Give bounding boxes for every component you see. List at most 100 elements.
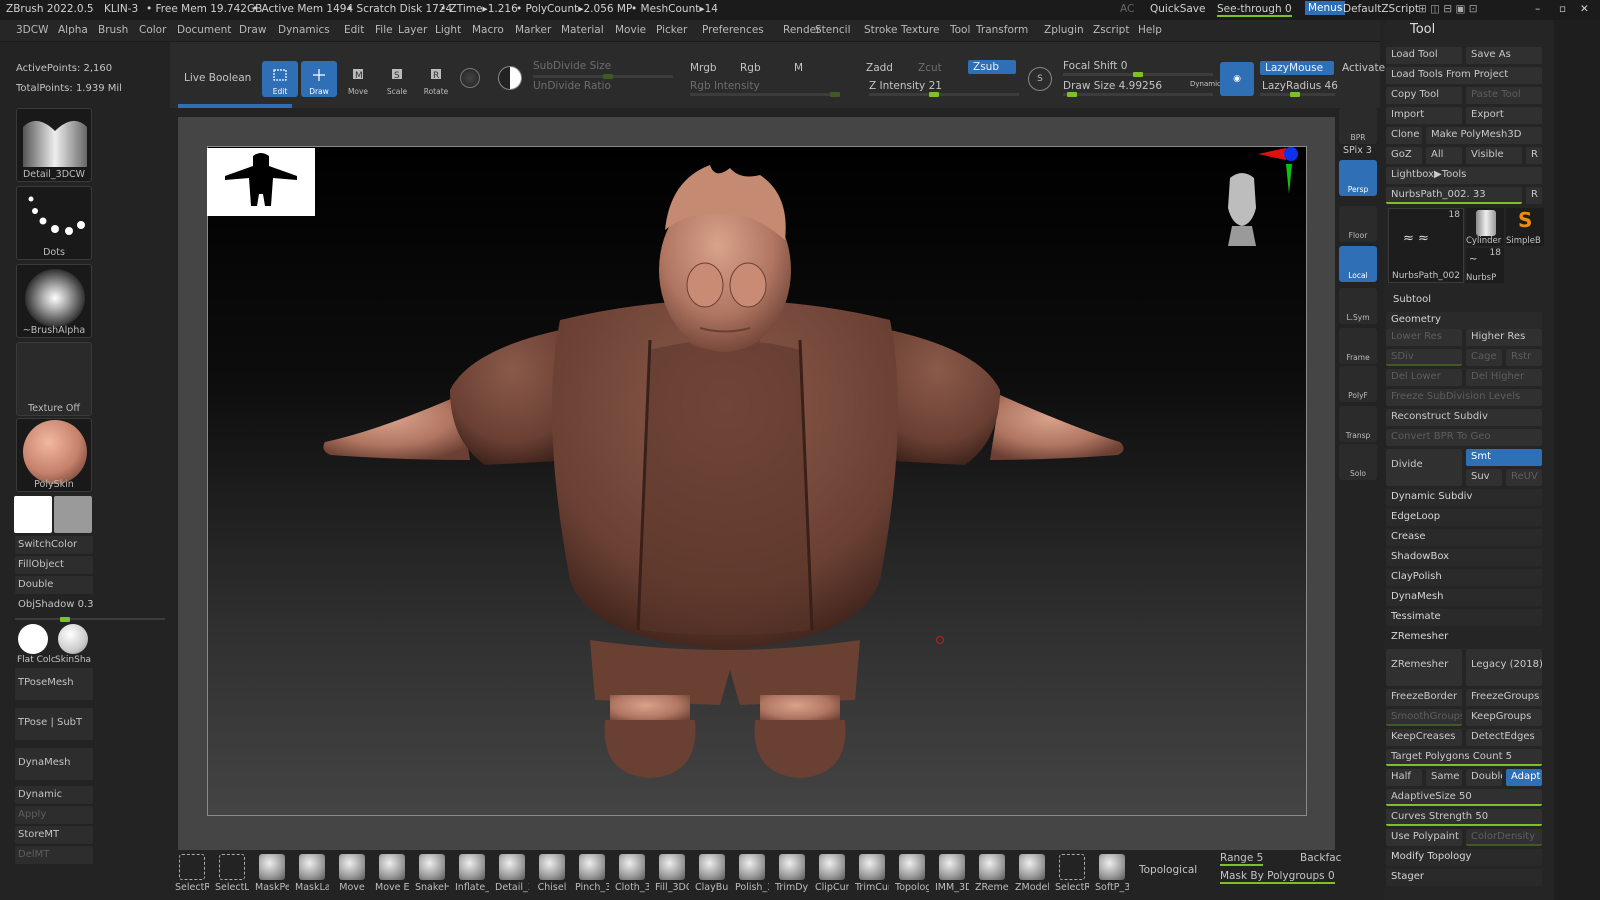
import-button[interactable]: Import <box>1386 107 1462 124</box>
menu-stroke[interactable]: Stroke <box>864 24 897 36</box>
tposemesh-button[interactable]: TPoseMesh <box>15 668 93 700</box>
delmt-button[interactable]: DelMT <box>15 846 93 864</box>
menu-light[interactable]: Light <box>435 24 461 36</box>
maximize-icon[interactable]: ▫ <box>1559 3 1566 15</box>
draw-button[interactable]: Draw <box>301 61 337 97</box>
persp-button[interactable]: Persp <box>1339 160 1377 196</box>
sphere-icon[interactable] <box>460 68 480 88</box>
brush-slot[interactable]: Cloth_3I <box>615 854 649 893</box>
rstr-button[interactable]: Rstr <box>1506 349 1542 366</box>
shadowbox-section[interactable]: ShadowBox <box>1386 549 1542 566</box>
menu-draw[interactable]: Draw <box>239 24 266 36</box>
skinshade-icon[interactable] <box>58 624 88 654</box>
clone-button[interactable]: Clone <box>1386 127 1422 144</box>
nurbspath-thumb[interactable]: 18 ≈ ≈ NurbsPath_002 <box>1388 208 1464 283</box>
same-button[interactable]: Same <box>1426 769 1462 786</box>
brush-slot[interactable]: TrimCur <box>855 854 889 893</box>
quicksave-button[interactable]: QuickSave <box>1150 3 1205 15</box>
dynamic-brush-icon[interactable]: ◉ <box>1220 62 1254 96</box>
menu-layer[interactable]: Layer <box>398 24 427 36</box>
brush-slot[interactable]: Detail_3 <box>495 854 529 893</box>
brush-slot[interactable]: Fill_3DC <box>655 854 689 893</box>
lazyradius-slider[interactable] <box>1260 92 1335 97</box>
lsym-button[interactable]: L.Sym <box>1339 288 1377 324</box>
transp-button[interactable]: Transp <box>1339 406 1377 442</box>
rgb-intensity-slider[interactable] <box>690 92 840 97</box>
current-tool-slider[interactable]: NurbsPath_002. 33 <box>1386 187 1522 204</box>
backface-toggle[interactable]: Backfac <box>1300 852 1341 864</box>
objshadow-slider[interactable]: ObjShadow 0.3 <box>15 596 94 614</box>
secondary-color-swatch[interactable] <box>54 496 92 533</box>
menu-material[interactable]: Material <box>561 24 604 36</box>
brush-slot[interactable]: SnakeH <box>415 854 449 893</box>
brush-slot[interactable]: IMM_3D <box>935 854 969 893</box>
convert-bpr-button[interactable]: Convert BPR To Geo <box>1386 429 1542 446</box>
navigation-head-widget[interactable] <box>1222 168 1262 246</box>
menu-brush[interactable]: Brush <box>98 24 128 36</box>
menu-marker[interactable]: Marker <box>515 24 551 36</box>
menu-alpha[interactable]: Alpha <box>58 24 88 36</box>
yinyang-icon[interactable] <box>498 66 522 90</box>
brush-slot[interactable]: SelectRe <box>1055 854 1089 893</box>
menus-button[interactable]: Menus <box>1305 1 1346 15</box>
cage-button[interactable]: Cage <box>1466 349 1502 366</box>
lightbox-tools-button[interactable]: Lightbox▶Tools <box>1386 167 1542 184</box>
live-boolean-button[interactable]: Live Boolean <box>184 72 251 84</box>
brush-slot[interactable]: Inflate_ <box>455 854 489 893</box>
rotate-button[interactable]: R Rotate <box>418 61 454 97</box>
brush-slot[interactable]: SoftP_3I <box>1095 854 1129 893</box>
brush-slot[interactable]: Topolog <box>895 854 929 893</box>
dynamesh-section[interactable]: DynaMesh <box>1386 589 1542 606</box>
material-thumb[interactable]: PolySkin <box>16 418 92 492</box>
brush-slot[interactable]: MaskLa <box>295 854 329 893</box>
sdiv-slider[interactable]: SDiv <box>1386 349 1462 366</box>
crease-section[interactable]: Crease <box>1386 529 1542 546</box>
m-button[interactable]: M <box>794 62 803 74</box>
adaptivesize-slider[interactable]: AdaptiveSize 50 <box>1386 789 1542 806</box>
menu-movie[interactable]: Movie <box>615 24 646 36</box>
edit-button[interactable]: Edit <box>262 61 298 97</box>
range-slider[interactable]: Range 5 <box>1220 852 1264 866</box>
rgb-button[interactable]: Rgb <box>740 62 761 74</box>
brush-slot[interactable]: Polish_3 <box>735 854 769 893</box>
tessimate-section[interactable]: Tessimate <box>1386 609 1542 626</box>
menu-macro[interactable]: Macro <box>472 24 504 36</box>
axis-gizmo-icon[interactable] <box>1258 146 1304 196</box>
solo-button[interactable]: Solo <box>1339 444 1377 480</box>
brush-slot[interactable]: Pinch_3I <box>575 854 609 893</box>
smoothgroups-slider[interactable]: SmoothGroups <box>1386 709 1462 726</box>
default-zscript[interactable]: DefaultZScript <box>1343 3 1419 15</box>
make-polymesh-button[interactable]: Make PolyMesh3D <box>1426 127 1542 144</box>
close-icon[interactable]: ✕ <box>1580 3 1589 15</box>
menu-document[interactable]: Document <box>177 24 231 36</box>
character-model[interactable] <box>320 160 1150 800</box>
freezeborder-button[interactable]: FreezeBorder <box>1386 689 1462 706</box>
draw-size[interactable]: Draw Size 4.99256 <box>1063 80 1162 92</box>
menu-stencil[interactable]: Stencil <box>815 24 851 36</box>
del-lower-button[interactable]: Del Lower <box>1386 369 1462 386</box>
dynamic-size-toggle[interactable]: Dynamic <box>1190 80 1221 88</box>
apply-button[interactable]: Apply <box>15 806 93 824</box>
keepcreases-button[interactable]: KeepCreases <box>1386 729 1462 746</box>
dynamic-button[interactable]: Dynamic <box>15 786 93 804</box>
brush-slot[interactable]: ClipCurv <box>815 854 849 893</box>
half-button[interactable]: Half <box>1386 769 1422 786</box>
colordensity-slider[interactable]: ColorDensity <box>1466 829 1542 846</box>
freeze-subdivision-button[interactable]: Freeze SubDivision Levels <box>1386 389 1542 406</box>
texture-thumb[interactable]: Texture Off <box>16 342 92 416</box>
fillobject-button[interactable]: FillObject <box>15 556 93 574</box>
menu-texture[interactable]: Texture <box>901 24 939 36</box>
menu-picker[interactable]: Picker <box>656 24 687 36</box>
z-intensity[interactable]: Z Intensity 21 <box>869 80 942 92</box>
z-intensity-slider[interactable] <box>869 92 1019 97</box>
brush-thumb[interactable]: Detail_3DCW <box>16 108 92 182</box>
goz-r-button[interactable]: R <box>1526 147 1542 164</box>
local-button[interactable]: Local <box>1339 246 1377 282</box>
higher-res-button[interactable]: Higher Res <box>1466 329 1542 346</box>
undivide-ratio[interactable]: UnDivide Ratio <box>533 80 611 92</box>
zcut-button[interactable]: Zcut <box>918 62 942 74</box>
keepgroups-button[interactable]: KeepGroups <box>1466 709 1542 726</box>
tpose-subt-button[interactable]: TPose | SubT <box>15 708 93 740</box>
mrgb-button[interactable]: Mrgb <box>690 62 717 74</box>
lazymouse-button[interactable]: LazyMouse <box>1260 61 1334 75</box>
